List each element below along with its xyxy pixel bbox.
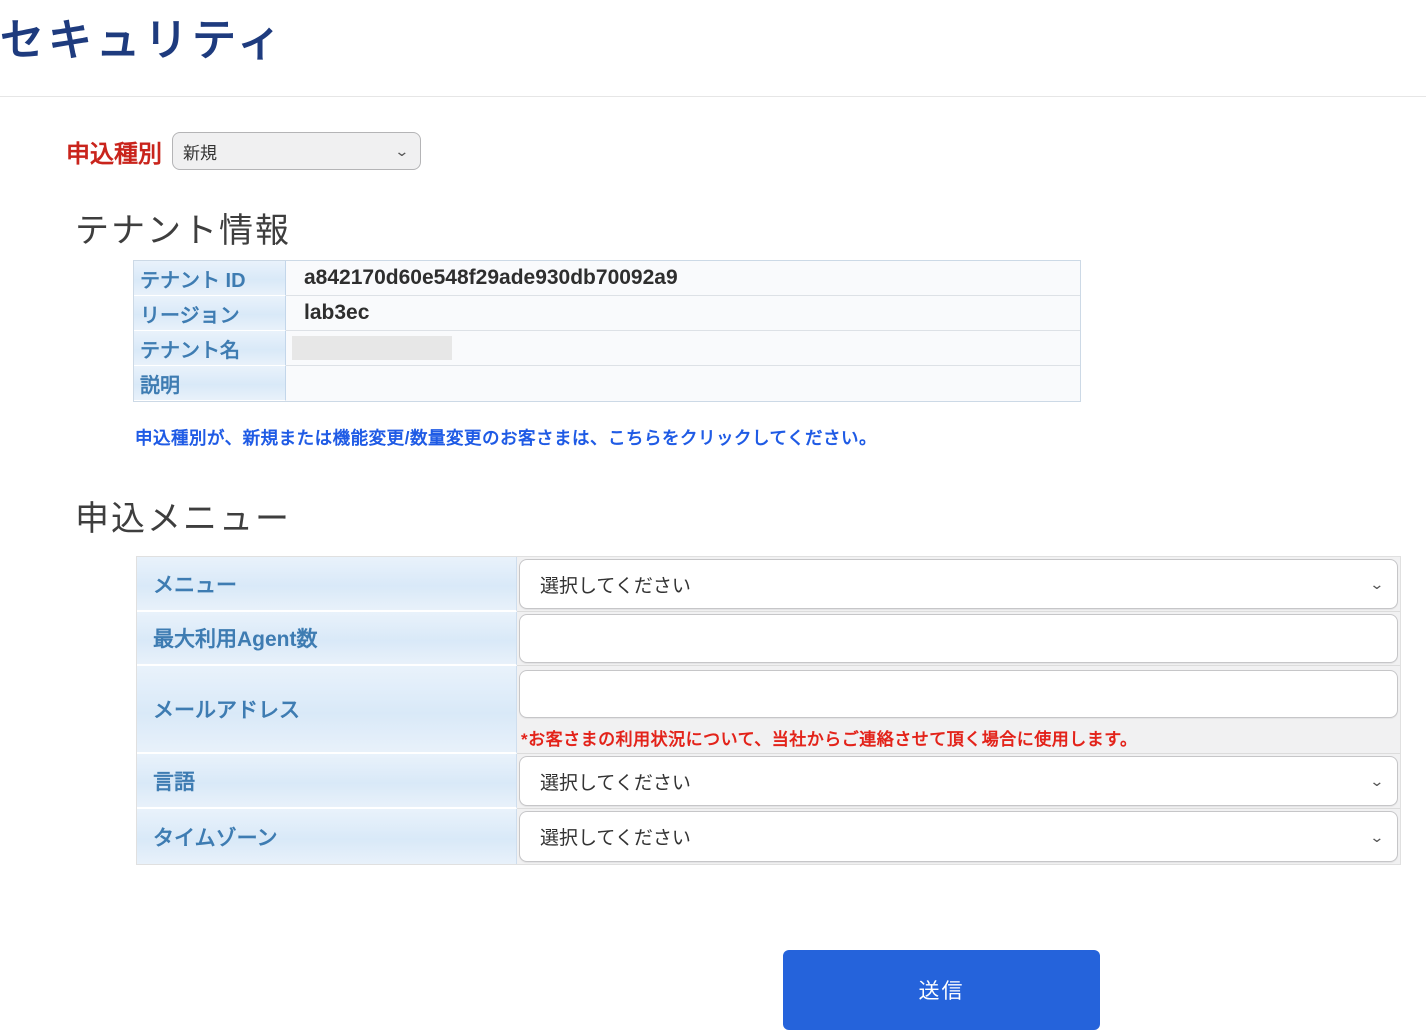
max-agents-label: 最大利用Agent数 [137,612,517,666]
timezone-value-cell: 選択してください ⌄ [517,809,1400,864]
max-agents-input[interactable] [519,614,1398,663]
email-input[interactable] [519,670,1398,718]
language-select[interactable]: 選択してください ⌄ [519,756,1398,806]
page-header: セキュリティ [0,0,1426,68]
description-value [286,366,1080,401]
header-divider [0,96,1426,97]
timezone-select[interactable]: 選択してください ⌄ [519,811,1398,862]
application-type-selected-value: 新規 [183,143,217,163]
chevron-down-icon: ⌄ [1369,828,1385,845]
application-type-row: 申込種別 新規 ⌄ [66,132,1426,170]
chevron-down-icon: ⌄ [1369,576,1385,592]
email-value-cell: *お客さまの利用状況について、当社からご連絡させて頂く場合に使用します。 [517,666,1400,754]
submit-button[interactable]: 送信 [783,950,1100,1030]
region-row: リージョン lab3ec [134,296,1080,331]
application-menu-heading: 申込メニュー [75,500,291,538]
menu-select[interactable]: 選択してください ⌄ [519,559,1398,609]
language-value-cell: 選択してください ⌄ [517,754,1400,809]
application-type-notice-link[interactable]: 申込種別が、新規または機能変更/数量変更のお客さまは、こちらをクリックしてくださ… [135,425,877,450]
redacted-tenant-name [292,336,452,360]
description-label: 説明 [134,366,286,401]
chevron-down-icon: ⌄ [394,143,410,159]
tenant-id-row: テナント ID a842170d60e548f29ade930db70092a9 [134,261,1080,296]
timezone-label: タイムゾーン [137,809,517,864]
chevron-down-icon: ⌄ [1369,773,1385,789]
description-row: 説明 [134,366,1080,401]
tenant-id-value: a842170d60e548f29ade930db70092a9 [286,261,1080,296]
menu-label: メニュー [137,557,517,612]
page-title: セキュリティ [0,16,286,65]
max-agents-value-cell [517,612,1400,666]
application-menu-table: メニュー 選択してください ⌄ 最大利用Agent数 メールアドレス *お客さま… [136,556,1401,865]
email-usage-note: *お客さまの利用状況について、当社からご連絡させて頂く場合に使用します。 [521,730,1138,749]
language-selected-value: 選択してください [540,772,691,794]
tenant-info-table: テナント ID a842170d60e548f29ade930db70092a9… [133,260,1081,402]
tenant-id-label: テナント ID [134,261,286,296]
timezone-selected-value: 選択してください [540,828,691,849]
tenant-name-label: テナント名 [134,331,286,366]
submit-area: 送信 [783,950,1426,1030]
language-label: 言語 [137,754,517,809]
max-agents-row: 最大利用Agent数 [137,612,1400,666]
menu-selected-value: 選択してください [540,575,691,597]
application-type-select[interactable]: 新規 ⌄ [172,132,421,170]
region-value: lab3ec [286,296,1080,331]
tenant-info-heading: テナント情報 [75,212,291,250]
menu-value-cell: 選択してください ⌄ [517,557,1400,612]
application-type-label: 申込種別 [66,140,162,168]
menu-row: メニュー 選択してください ⌄ [137,557,1400,612]
timezone-row: タイムゾーン 選択してください ⌄ [137,809,1400,864]
email-label: メールアドレス [137,666,517,754]
email-row: メールアドレス *お客さまの利用状況について、当社からご連絡させて頂く場合に使用… [137,666,1400,754]
tenant-name-value [286,331,1080,366]
region-label: リージョン [134,296,286,331]
tenant-name-row: テナント名 [134,331,1080,366]
language-row: 言語 選択してください ⌄ [137,754,1400,809]
